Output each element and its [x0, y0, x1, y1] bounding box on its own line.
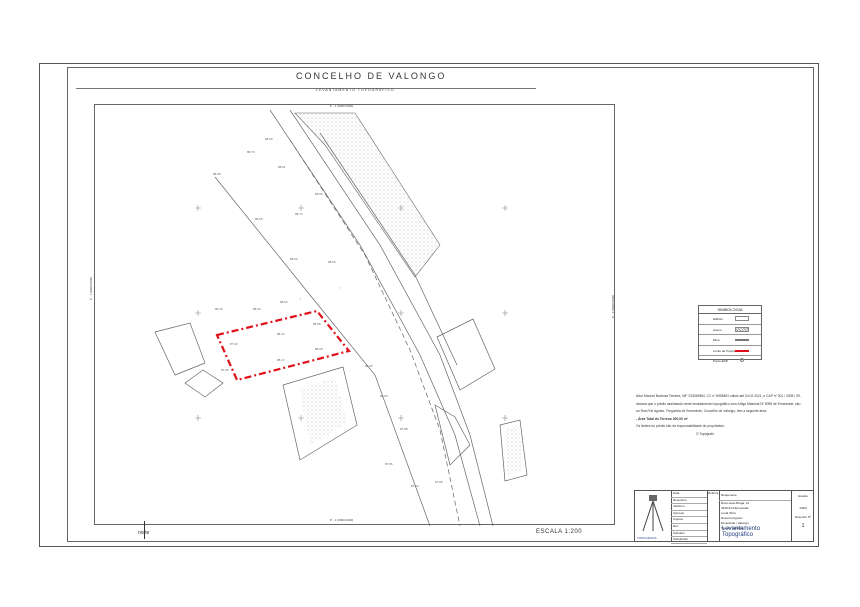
requerente-label: Requerente: [719, 491, 791, 501]
revision-row: Desenhou: [671, 498, 707, 505]
svg-text:88.74: 88.74: [295, 212, 303, 216]
svg-text:87.88: 87.88: [400, 427, 408, 431]
legend-box: SIMBOLOGIA Edifício Anexo Muro Limite de…: [698, 305, 762, 363]
work-title: Levantamento Topográfico: [722, 526, 761, 538]
legend-item-label: Edifício: [713, 317, 723, 321]
north-label: norte: [138, 530, 150, 536]
legend-item: Edifício: [699, 314, 761, 325]
svg-text:88.03: 88.03: [380, 394, 388, 398]
svg-text:88.66: 88.66: [328, 260, 336, 264]
svg-text:88.28: 88.28: [315, 347, 323, 351]
svg-text:r: r: [300, 297, 301, 301]
building-hatch-2: [505, 425, 523, 475]
svg-text:88.05: 88.05: [365, 364, 373, 368]
revision-row: Substituído: [671, 537, 707, 544]
svg-text:87.90: 87.90: [411, 484, 419, 488]
note-line: Os limites do prédio são da responsabili…: [636, 424, 725, 428]
svg-text:88.54: 88.54: [280, 300, 288, 304]
svg-text:87.96: 87.96: [221, 368, 229, 372]
svg-text:88.65: 88.65: [255, 217, 263, 221]
wall-swatch: [735, 339, 749, 341]
revision-table: Data Desenhou Verificou Aprovou Arquivo …: [671, 491, 708, 544]
declaration-notes: Artur Manuel Barbosa Teixeira, NIF 23304…: [636, 393, 816, 438]
revision-row: Arquivo: [671, 517, 707, 524]
desenho-label: Desenho Nº: [794, 515, 812, 519]
legend-item-label: Muro: [713, 338, 720, 342]
svg-text:88.17: 88.17: [277, 358, 285, 362]
legend-item: Limite de Propriedade: [699, 346, 761, 356]
svg-text:88.90: 88.90: [265, 137, 273, 141]
drawing-title: CONCELHO DE VALONGO: [296, 71, 447, 81]
survey-map: 88.90 88.76 88.68 88.81 88.80 88.65 88.7…: [94, 104, 615, 526]
tripod-icon: [642, 495, 664, 532]
note-line: Artur Manuel Barbosa Teixeira, NIF 23304…: [636, 394, 801, 398]
svg-text:88.60: 88.60: [290, 257, 298, 261]
signature-label: O Topógrafo: [696, 431, 715, 436]
legend-item: Muro: [699, 335, 761, 346]
svg-text:88.44: 88.44: [277, 332, 285, 336]
legend-item-label: Anexo: [713, 327, 722, 332]
legend-title: SIMBOLOGIA: [699, 306, 761, 314]
svg-text:88.81: 88.81: [278, 165, 286, 169]
coordinate-label-left: P - 1 (0000.0000): [89, 276, 93, 300]
job-info: Requerente Rua Lucas Braga, 12 4445-614 …: [719, 491, 792, 542]
revision-row: Verificou: [671, 504, 707, 511]
legend-item: Anexo: [699, 325, 761, 335]
edp-point-swatch: [740, 358, 744, 362]
revision-row: Aprovou: [671, 511, 707, 518]
escala-label: Escala: [798, 494, 808, 498]
legend-item-label: Ponto EDP: [713, 359, 728, 363]
note-line: declara que o prédio assinalado neste le…: [636, 401, 802, 406]
svg-text:88.50: 88.50: [253, 307, 261, 311]
annex-swatch: [735, 326, 749, 332]
building-hatch: [300, 377, 347, 445]
svg-text:87.90: 87.90: [230, 342, 238, 346]
area-total: - Área Total do Terreno 200,00 m²: [636, 416, 688, 421]
property-limit-swatch: [735, 349, 749, 352]
svg-text:88.40: 88.40: [215, 307, 223, 311]
rubrica-header: Rubrica: [708, 491, 719, 495]
logo-label: TOPOGRAFIA: [637, 536, 657, 540]
legend-item: Ponto EDP: [699, 356, 761, 366]
title-divider: [76, 88, 536, 89]
building-swatch: [735, 316, 749, 321]
survey-points: 88.90 88.76 88.68 88.81 88.80 88.65 88.7…: [213, 137, 443, 488]
svg-text:88.80: 88.80: [315, 192, 323, 196]
escala-value: 1/200: [799, 506, 807, 510]
revision-row: Data: [671, 491, 707, 498]
surveyor-logo: TOPOGRAFIA: [635, 491, 672, 542]
revision-row: Ref.: [671, 524, 707, 531]
svg-text:88.68: 88.68: [213, 172, 221, 176]
scale-label: ESCALA 1:200: [536, 529, 583, 535]
svg-text:87.86: 87.86: [385, 462, 393, 466]
survey-map-drawing: 88.90 88.76 88.68 88.81 88.80 88.65 88.7…: [154, 109, 528, 526]
svg-text:88.58: 88.58: [313, 322, 321, 326]
desenho-value: 1: [801, 523, 805, 529]
svg-text:87.85: 87.85: [435, 480, 443, 484]
title-block: TOPOGRAFIA Data Desenhou Verificou Aprov…: [634, 490, 815, 544]
drawing-subtitle: LEVANTAMENTO TOPOGRÁFICO: [316, 88, 395, 92]
note-line: ao Rua Frei Agosto, Freguesia de Ermesin…: [636, 409, 767, 413]
scale-column: Escala 1/200 Desenho Nº 1: [791, 491, 815, 542]
svg-text:○: ○: [339, 286, 341, 290]
revision-row: Substitui: [671, 531, 707, 538]
grid-crosses: [195, 205, 508, 421]
svg-text:88.76: 88.76: [247, 150, 255, 154]
